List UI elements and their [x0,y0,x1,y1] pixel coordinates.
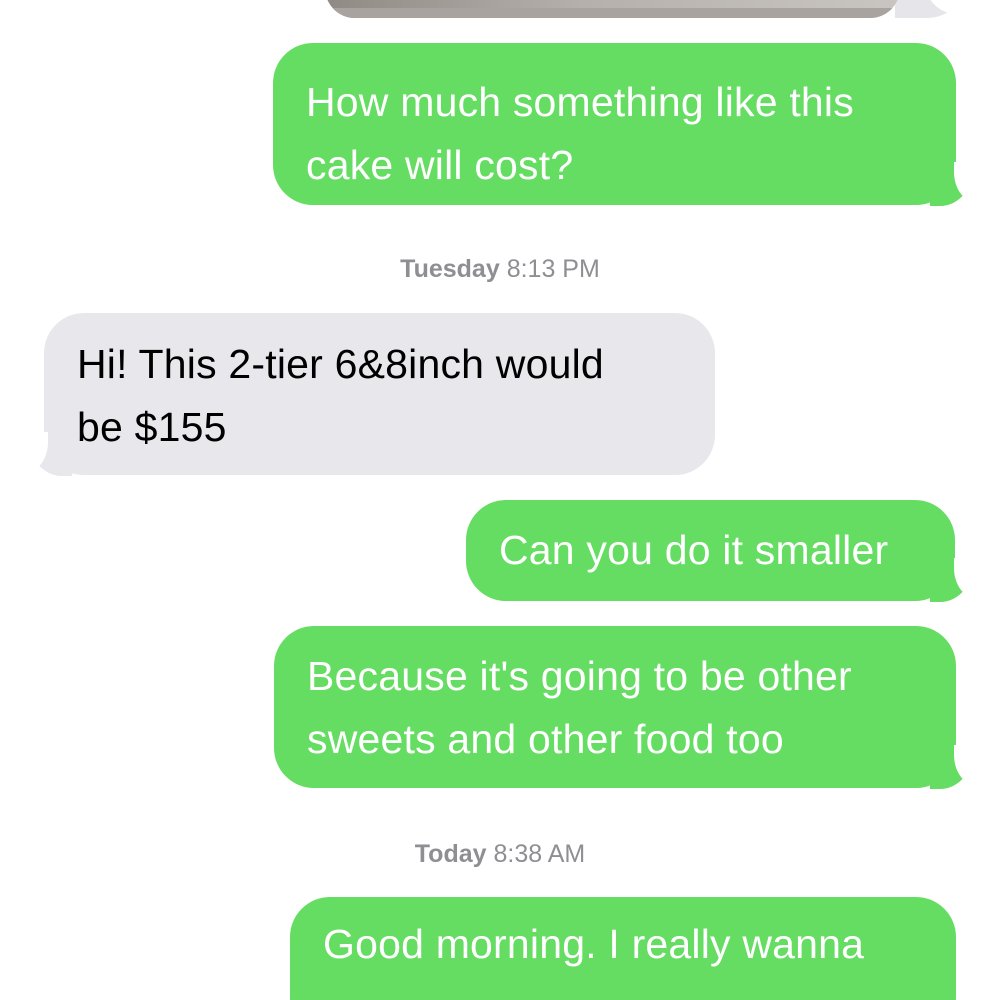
message-text-line: be $155 [77,404,227,450]
image-attachment[interactable] [325,0,900,18]
message-text-line: cake will cost? [306,142,574,188]
timestamp-divider: Tuesday 8:13 PM [0,255,1000,284]
message-text-line: Hi! This 2-tier 6&8inch would [77,341,604,387]
sent-message-bubble[interactable]: How much something like this cake will c… [273,43,956,205]
message-thread[interactable]: How much something like this cake will c… [0,0,1000,1000]
timestamp-day: Tuesday [400,255,500,283]
message-text-line: Good morning. I really wanna [323,921,865,967]
sent-message-bubble[interactable]: Can you do it smaller [466,500,955,601]
received-message-bubble[interactable]: Hi! This 2-tier 6&8inch would be $155 [44,313,715,475]
sent-bubble-tail [930,162,978,206]
sent-message-bubble[interactable]: Because it's going to be other sweets an… [274,626,956,788]
timestamp-day: Today [414,840,487,868]
message-text-line: Because it's going to be other [307,653,852,699]
message-text-line: Can you do it smaller [499,527,889,573]
sent-bubble-tail [930,745,978,789]
received-bubble-tail [24,432,72,476]
message-text-line: How much something like this [306,79,854,125]
message-text-line: sweets and other food too [307,716,784,762]
sent-bubble-tail [930,558,978,602]
timestamp-time: 8:13 PM [506,255,600,283]
sent-message-bubble[interactable]: Good morning. I really wanna [290,897,956,1000]
timestamp-time: 8:38 AM [493,840,586,868]
timestamp-divider: Today 8:38 AM [0,840,1000,869]
attachment-edge [325,8,900,18]
